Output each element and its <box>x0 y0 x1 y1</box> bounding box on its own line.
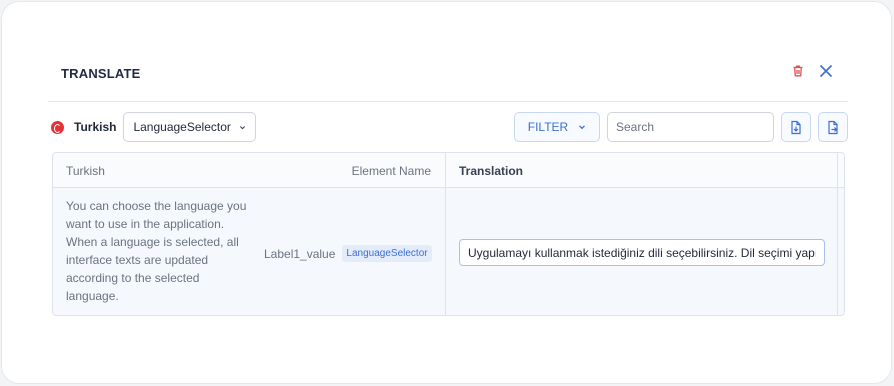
search-input[interactable] <box>607 112 774 142</box>
column-header-element-name: Element Name <box>351 164 431 178</box>
header-divider <box>48 101 848 102</box>
translate-dialog: TRANSLATE Turkish LanguageSelector FILTE… <box>1 1 892 384</box>
import-button[interactable] <box>781 112 811 142</box>
table-row: You can choose the language you want to … <box>53 188 844 315</box>
chevron-down-icon <box>239 125 245 129</box>
source-text: You can choose the language you want to … <box>66 199 247 303</box>
translation-table: Turkish Element Name Translation You can… <box>52 152 845 316</box>
translation-input[interactable] <box>459 239 825 266</box>
column-header-translation: Translation <box>459 164 524 178</box>
turkey-flag-icon <box>51 120 64 134</box>
export-button[interactable] <box>818 112 848 142</box>
element-name-cell: Label1_value LanguageSelector <box>264 245 432 262</box>
dialog-actions <box>791 63 834 79</box>
chevron-down-icon <box>579 125 586 130</box>
table-header: Turkish Element Name Translation <box>53 153 844 188</box>
dialog-title: TRANSLATE <box>61 66 141 81</box>
language-selector-dropdown[interactable]: LanguageSelector <box>123 112 256 142</box>
column-divider <box>837 153 838 315</box>
element-badge: LanguageSelector <box>342 245 432 262</box>
close-icon[interactable] <box>818 63 834 79</box>
column-header-source: Turkish <box>66 164 105 178</box>
file-import-icon <box>791 120 801 134</box>
file-export-icon <box>828 120 838 134</box>
element-key: Label1_value <box>264 246 336 261</box>
language-toolbar: Turkish LanguageSelector <box>51 112 256 142</box>
language-selector-value: LanguageSelector <box>133 120 231 134</box>
language-name: Turkish <box>74 120 117 134</box>
filter-button[interactable]: FILTER <box>514 112 600 142</box>
trash-icon[interactable] <box>791 64 805 78</box>
filter-label: FILTER <box>527 120 569 134</box>
column-divider <box>445 153 446 315</box>
table-toolbar: FILTER <box>514 112 848 142</box>
